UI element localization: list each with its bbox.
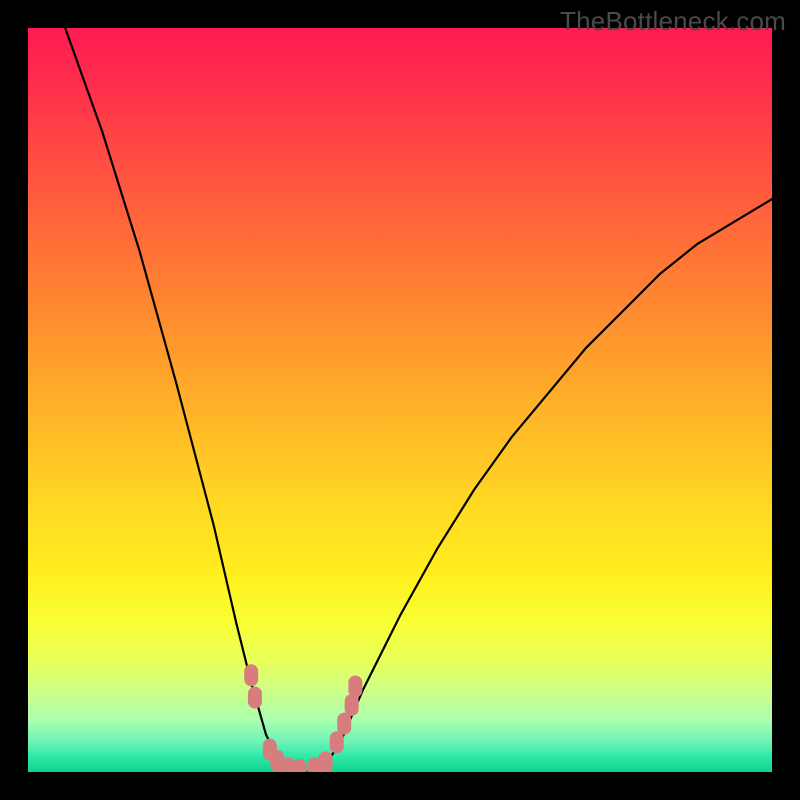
plot-area [28,28,772,772]
marker-icon [319,751,333,772]
marker-icon [244,664,258,686]
marker-icon [337,713,351,735]
balanced-region-markers [28,28,772,772]
marker-icon [345,694,359,716]
marker-icon [293,759,307,772]
marker-icon [348,675,362,697]
marker-icon [248,687,262,709]
chart-frame: TheBottleneck.com [0,0,800,800]
marker-icon [330,731,344,753]
watermark-text: TheBottleneck.com [560,6,786,37]
